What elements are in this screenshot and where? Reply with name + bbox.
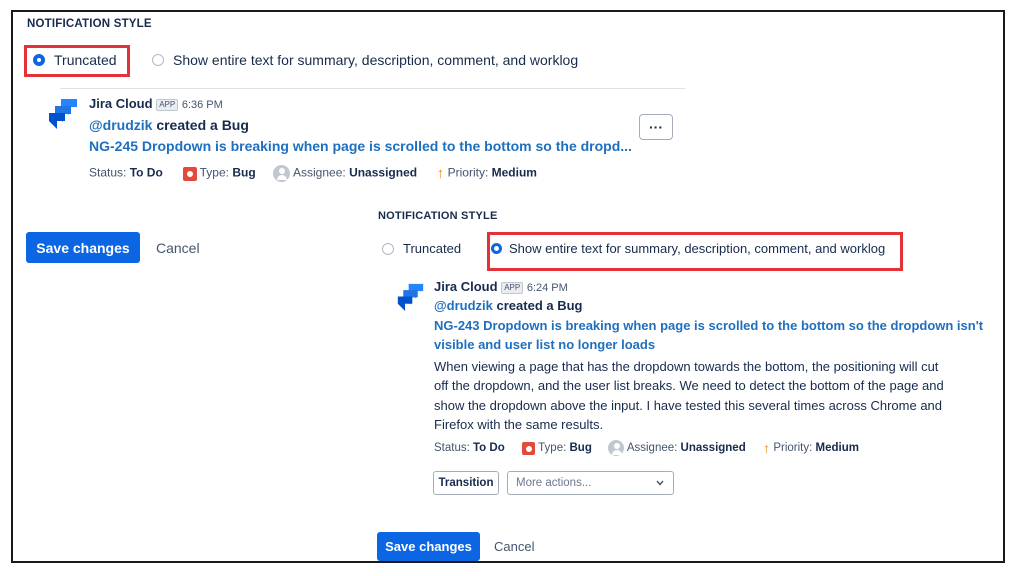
bottom-radio-full-text[interactable]: Show entire text for summary, descriptio… — [491, 241, 885, 256]
bottom-section-label: NOTIFICATION STYLE — [378, 210, 498, 222]
bottom-status-label: Status: — [434, 442, 470, 455]
more-actions-placeholder: More actions... — [516, 477, 592, 489]
bottom-radio-truncated[interactable]: Truncated — [382, 241, 461, 256]
radio-selected-icon[interactable] — [33, 54, 45, 66]
top-issue-meta: Status: To Do Type: Bug Assignee: Unassi… — [89, 165, 537, 182]
top-message-action: @drudzik created a Bug — [89, 117, 249, 133]
bottom-message-header: Jira Cloud APP 6:24 PM — [434, 279, 568, 294]
priority-arrow-icon: ↑ — [763, 440, 771, 456]
description-line: show the dropdown above the input. I hav… — [434, 397, 943, 413]
bottom-app-badge: APP — [501, 281, 524, 294]
description-line: Firefox with the same results. — [434, 416, 604, 432]
top-save-button[interactable]: Save changes — [26, 232, 140, 263]
more-options-button[interactable]: ··· — [639, 114, 673, 140]
bottom-type-label: Type: — [538, 442, 567, 455]
top-type-value: Bug — [232, 165, 256, 180]
top-message-header: Jira Cloud APP 6:36 PM — [89, 96, 223, 111]
radio-unselected-icon[interactable] — [152, 54, 164, 66]
bottom-assignee-value: Unassigned — [680, 442, 746, 455]
top-divider — [60, 88, 685, 89]
assignee-avatar-icon — [608, 440, 625, 456]
bottom-user-mention[interactable]: @drudzik — [434, 298, 493, 313]
bottom-radio-full-text-label: Show entire text for summary, descriptio… — [509, 241, 886, 256]
top-radio-truncated[interactable]: Truncated — [33, 52, 117, 68]
bottom-issue-description: When viewing a page that has the dropdow… — [434, 357, 944, 434]
bottom-status-value: To Do — [473, 442, 505, 455]
top-app-badge: APP — [156, 98, 179, 111]
top-action-text: created a Bug — [152, 117, 249, 133]
bottom-sender-name: Jira Cloud — [434, 279, 498, 294]
top-section-label: NOTIFICATION STYLE — [27, 18, 152, 30]
top-issue-link[interactable]: NG-245 Dropdown is breaking when page is… — [89, 138, 632, 154]
top-assignee-label: Assignee: — [293, 165, 346, 180]
more-options-icon: ··· — [649, 119, 663, 135]
bottom-cancel-button[interactable]: Cancel — [494, 539, 534, 554]
jira-logo-icon — [396, 282, 425, 311]
more-actions-select[interactable]: More actions... — [507, 471, 674, 495]
bottom-assignee-label: Assignee: — [626, 442, 678, 455]
top-assignee-value: Unassigned — [349, 165, 418, 180]
priority-arrow-icon: ↑ — [436, 165, 445, 182]
bottom-priority-label: Priority: — [773, 442, 813, 455]
top-status-label: Status: — [89, 165, 127, 180]
bug-type-icon — [182, 166, 197, 181]
bottom-radio-truncated-label: Truncated — [403, 241, 462, 256]
top-radio-full-text-label: Show entire text for summary, descriptio… — [173, 52, 579, 68]
top-sender-name: Jira Cloud — [89, 96, 153, 111]
bottom-priority-value: Medium — [815, 442, 859, 455]
bottom-issue-link-line2[interactable]: visible and user list no longer loads — [434, 337, 655, 352]
bottom-issue-link-line1[interactable]: NG-243 Dropdown is breaking when page is… — [434, 318, 983, 333]
top-message-time: 6:36 PM — [181, 99, 223, 111]
bottom-type-value: Bug — [569, 442, 592, 455]
jira-logo-icon — [47, 97, 79, 129]
radio-selected-icon[interactable] — [491, 243, 502, 254]
description-line: off the dropdown, and the user list brea… — [434, 378, 944, 394]
bottom-message-time: 6:24 PM — [526, 282, 568, 294]
top-user-mention[interactable]: @drudzik — [89, 117, 152, 133]
top-status-value: To Do — [129, 165, 163, 180]
chevron-down-icon — [656, 480, 664, 486]
bug-type-icon — [522, 441, 536, 455]
bottom-message-action: @drudzik created a Bug — [434, 298, 583, 313]
bottom-issue-meta: Status: To Do Type: Bug Assignee: Unassi… — [434, 440, 859, 456]
transition-button[interactable]: Transition — [433, 471, 499, 495]
top-cancel-button[interactable]: Cancel — [156, 240, 200, 256]
radio-unselected-icon[interactable] — [382, 242, 394, 255]
top-type-label: Type: — [199, 165, 229, 180]
top-priority-label: Priority: — [447, 165, 489, 180]
description-line: When viewing a page that has the dropdow… — [434, 359, 939, 374]
bottom-action-text: created a Bug — [492, 298, 583, 313]
top-priority-value: Medium — [491, 165, 537, 180]
bottom-save-button[interactable]: Save changes — [377, 532, 480, 561]
assignee-avatar-icon — [273, 165, 291, 182]
top-radio-full-text[interactable]: Show entire text for summary, descriptio… — [152, 52, 578, 68]
top-radio-truncated-label: Truncated — [54, 52, 117, 68]
